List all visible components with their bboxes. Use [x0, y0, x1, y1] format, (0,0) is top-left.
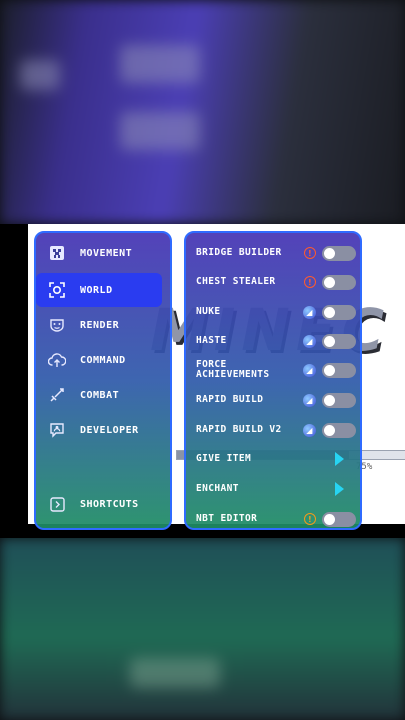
premium-badge-icon: ◢ — [303, 393, 316, 407]
module-label: NBT EDITOR — [196, 513, 258, 524]
module-toggle[interactable] — [322, 392, 356, 408]
category-movement[interactable]: MOVEMENT — [44, 236, 166, 270]
warning-icon: ! — [304, 247, 316, 259]
category-label: RENDER — [80, 319, 120, 331]
premium-badge-icon: ◢ — [303, 334, 316, 348]
category-shortcuts[interactable]: SHORTCUTS — [44, 487, 166, 521]
module-bridge-builder: BRIDGE BUILDER ! — [196, 240, 356, 266]
category-panel: MOVEMENT WORLD RENDER COMMAND COMBAT DEV… — [34, 231, 172, 530]
cloud-upload-icon — [48, 351, 66, 369]
premium-badge-icon: ◢ — [303, 305, 316, 319]
blurred-backdrop-top — [0, 0, 405, 224]
module-toggle[interactable] — [322, 511, 356, 527]
toggle-knob — [324, 306, 335, 318]
module-label: RAPID BUILD — [196, 394, 264, 405]
module-label: CHEST STEALER — [196, 276, 276, 287]
toggle-knob — [324, 513, 335, 525]
module-label: FORCE ACHIEVEMENTS — [196, 359, 270, 380]
module-chest-stealer: CHEST STEALER ! — [196, 269, 356, 295]
blurred-backdrop-bottom — [0, 538, 405, 720]
category-label: WORLD — [80, 284, 113, 296]
module-force-achievements: FORCE ACHIEVEMENTS ◢ — [196, 357, 356, 383]
mask-icon — [48, 316, 66, 334]
creeper-icon — [48, 244, 66, 262]
module-toggle[interactable] — [322, 422, 356, 438]
toggle-knob — [324, 394, 335, 406]
module-nuke: NUKE ◢ — [196, 299, 356, 325]
premium-badge-icon: ◢ — [303, 363, 316, 377]
category-label: MOVEMENT — [80, 247, 133, 259]
module-rapid-build-v2: RAPID BUILD V2 ◢ — [196, 417, 356, 443]
category-label: COMBAT — [80, 389, 120, 401]
sword-icon — [48, 386, 66, 404]
module-give-item[interactable]: GIVE ITEM — [196, 446, 356, 472]
category-world[interactable]: WORLD — [36, 273, 162, 307]
category-label: COMMAND — [80, 354, 126, 366]
module-label: ENCHANT — [196, 483, 239, 494]
toggle-knob — [324, 335, 335, 347]
module-toggle[interactable] — [322, 274, 356, 290]
module-toggle[interactable] — [322, 245, 356, 261]
module-label: GIVE ITEM — [196, 453, 252, 464]
module-label: BRIDGE BUILDER — [196, 247, 282, 258]
module-nbt-editor: NBT EDITOR ! — [196, 506, 356, 532]
warning-icon: ! — [304, 513, 316, 525]
chevron-right-icon[interactable] — [322, 481, 356, 497]
toggle-knob — [324, 424, 335, 436]
module-rapid-build: RAPID BUILD ◢ — [196, 387, 356, 413]
warning-icon: ! — [304, 276, 316, 288]
toggle-knob — [324, 364, 335, 376]
module-panel: BRIDGE BUILDER ! CHEST STEALER ! NUKE ◢ … — [184, 231, 362, 530]
category-render[interactable]: RENDER — [44, 308, 166, 342]
category-label: SHORTCUTS — [80, 498, 139, 510]
category-developer[interactable]: DEVELOPER — [44, 413, 166, 447]
shortcut-arrow-icon — [48, 495, 66, 513]
chat-person-icon — [48, 421, 66, 439]
module-toggle[interactable] — [322, 362, 356, 378]
module-toggle[interactable] — [322, 333, 356, 349]
world-icon — [48, 281, 66, 299]
toggle-knob — [324, 247, 335, 259]
chevron-right-icon[interactable] — [322, 451, 356, 467]
module-label: HASTE — [196, 335, 227, 346]
toggle-knob — [324, 276, 335, 288]
category-command[interactable]: COMMAND — [44, 343, 166, 377]
category-label: DEVELOPER — [80, 424, 139, 436]
premium-badge-icon: ◢ — [303, 423, 316, 437]
module-haste: HASTE ◢ — [196, 328, 356, 354]
module-label: NUKE — [196, 306, 221, 317]
category-combat[interactable]: COMBAT — [44, 378, 166, 412]
module-label: RAPID BUILD V2 — [196, 424, 282, 435]
module-enchant[interactable]: ENCHANT — [196, 476, 356, 502]
letterbox-bar — [0, 224, 28, 538]
module-toggle[interactable] — [322, 304, 356, 320]
